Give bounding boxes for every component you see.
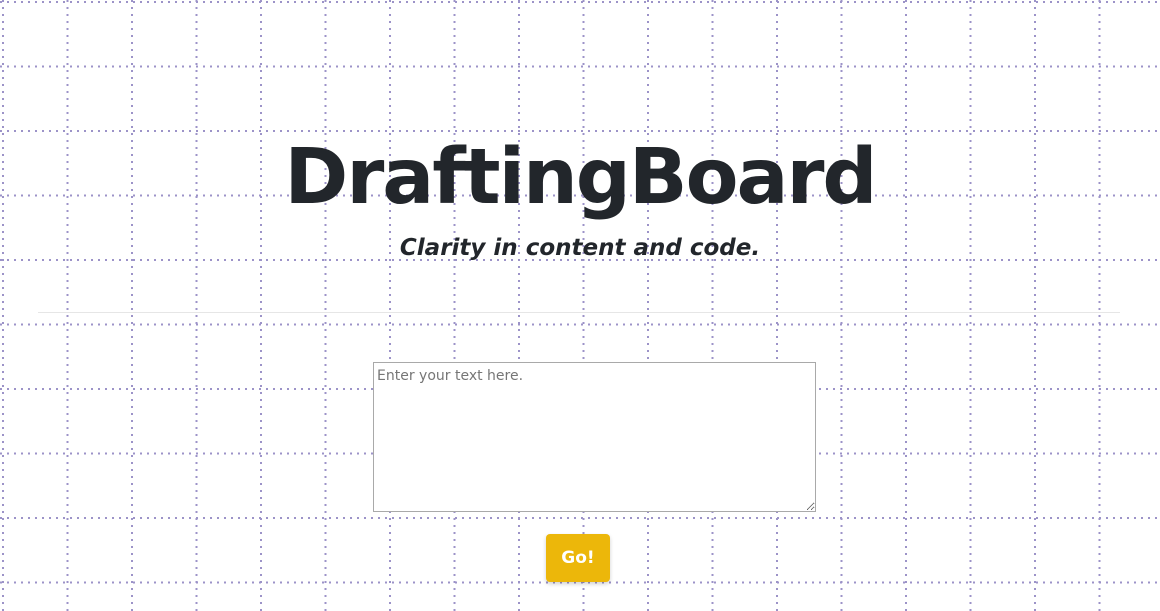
go-button[interactable]: Go! <box>546 534 610 582</box>
text-input[interactable] <box>373 362 816 512</box>
header-divider <box>38 312 1120 313</box>
tagline: Clarity in content and code. <box>399 235 761 261</box>
page-content: DraftingBoard Clarity in content and cod… <box>0 0 1160 611</box>
site-title: DraftingBoard <box>284 133 877 222</box>
